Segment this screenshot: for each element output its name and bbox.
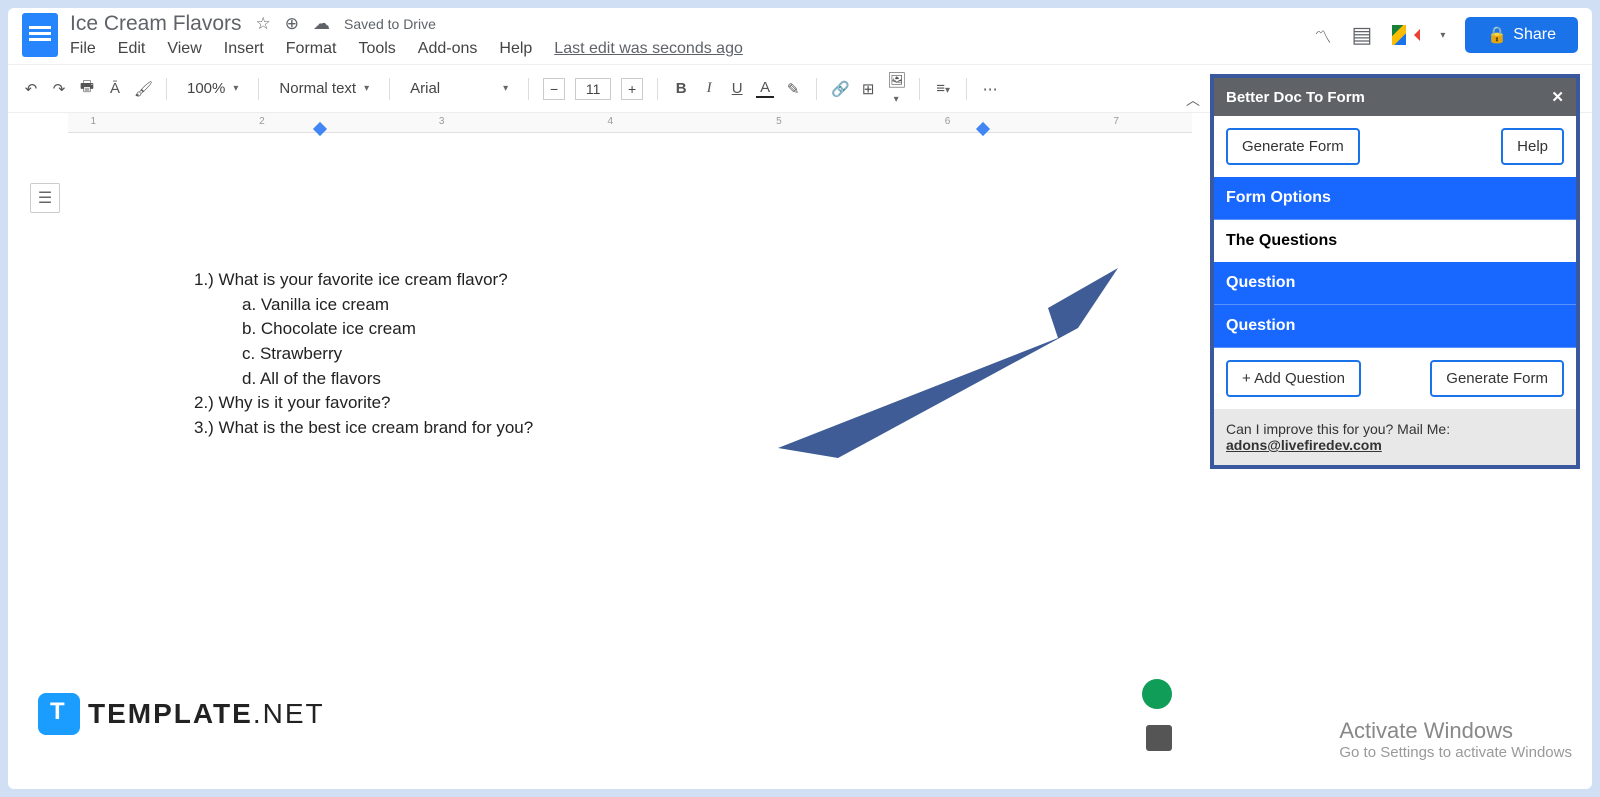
add-question-button[interactable]: + Add Question	[1226, 360, 1361, 397]
bold-icon[interactable]: B	[672, 80, 690, 97]
image-icon[interactable]: 🖼▾	[887, 71, 905, 106]
font-dec-button[interactable]: −	[543, 78, 565, 100]
font-dropdown[interactable]: Arial▾	[404, 78, 514, 99]
generate-form-button-2[interactable]: Generate Form	[1430, 360, 1564, 397]
italic-icon[interactable]: I	[700, 80, 718, 97]
star-icon[interactable]: ☆	[256, 14, 271, 34]
addon-sidepanel: Better Doc To Form ✕ Generate Form Help …	[1210, 74, 1580, 469]
comment-icon[interactable]: ⊞	[859, 80, 877, 98]
document-page[interactable]: 1.) What is your favorite ice cream flav…	[64, 148, 1182, 729]
align-icon[interactable]: ≡▾	[934, 80, 952, 97]
windows-watermark: Activate Windows Go to Settings to activ…	[1339, 718, 1572, 761]
indent-marker-icon[interactable]	[313, 122, 327, 136]
cloud-icon: ☁	[313, 14, 330, 34]
more-icon[interactable]: ⋯	[981, 80, 999, 98]
redo-icon[interactable]: ↷	[50, 80, 68, 98]
underline-icon[interactable]: U	[728, 80, 746, 97]
menu-file[interactable]: File	[70, 40, 96, 58]
generate-form-button[interactable]: Generate Form	[1226, 128, 1360, 165]
last-edit-link[interactable]: Last edit was seconds ago	[554, 40, 743, 58]
feedback-button[interactable]	[1146, 725, 1172, 751]
contact-email[interactable]: adons@livefiredev.com	[1226, 437, 1382, 453]
option-1b: b. Chocolate ice cream	[242, 317, 1052, 342]
sidepanel-footer: Can I improve this for you? Mail Me: ado…	[1214, 409, 1576, 465]
text-color-icon[interactable]: A	[756, 79, 774, 98]
outline-button[interactable]: ☰	[30, 183, 60, 213]
zoom-dropdown[interactable]: 100%▾	[181, 78, 244, 99]
question-section-1[interactable]: Question	[1214, 262, 1576, 305]
collapse-toolbar-icon[interactable]: ︿	[1184, 90, 1202, 110]
form-options-section[interactable]: Form Options	[1214, 177, 1576, 220]
question-section-2[interactable]: Question	[1214, 305, 1576, 348]
meet-caret-icon[interactable]: ▾	[1440, 30, 1445, 41]
option-1a: a. Vanilla ice cream	[242, 293, 1052, 318]
print-icon[interactable]: 🖶	[78, 76, 96, 101]
menu-help[interactable]: Help	[499, 40, 532, 58]
move-icon[interactable]: ⊕	[285, 14, 299, 34]
comments-icon[interactable]: ▤	[1352, 22, 1373, 48]
style-dropdown[interactable]: Normal text▾	[273, 78, 375, 99]
option-1c: c. Strawberry	[242, 342, 1052, 367]
font-size-input[interactable]: 11	[575, 78, 611, 100]
help-button[interactable]: Help	[1501, 128, 1564, 165]
saved-status: Saved to Drive	[344, 16, 436, 32]
template-icon	[38, 693, 80, 735]
menu-format[interactable]: Format	[286, 40, 337, 58]
template-net-logo: TEMPLATE.NET	[38, 693, 325, 735]
menu-edit[interactable]: Edit	[118, 40, 146, 58]
menu-addons[interactable]: Add-ons	[418, 40, 478, 58]
doc-title[interactable]: Ice Cream Flavors	[70, 12, 242, 36]
share-button[interactable]: 🔒Share	[1465, 17, 1578, 53]
docs-logo-icon[interactable]	[22, 13, 58, 57]
highlight-icon[interactable]: ✎	[784, 80, 802, 98]
font-inc-button[interactable]: +	[621, 78, 643, 100]
right-margin-marker-icon[interactable]	[976, 122, 990, 136]
questions-label: The Questions	[1214, 220, 1576, 262]
undo-icon[interactable]: ↶	[22, 80, 40, 98]
meet-icon[interactable]	[1392, 25, 1420, 45]
question-1: 1.) What is your favorite ice cream flav…	[194, 268, 1052, 293]
link-icon[interactable]: 🔗	[831, 80, 849, 98]
close-icon[interactable]: ✕	[1551, 88, 1564, 106]
paint-format-icon[interactable]: 🖌	[134, 80, 152, 98]
menu-tools[interactable]: Tools	[358, 40, 395, 58]
sidepanel-header: Better Doc To Form ✕	[1214, 78, 1576, 116]
activity-icon[interactable]: 〽	[1315, 23, 1332, 48]
option-1d: d. All of the flavors	[242, 367, 1052, 392]
app-frame: Ice Cream Flavors ☆ ⊕ ☁ Saved to Drive F…	[8, 8, 1592, 789]
question-2: 2.) Why is it your favorite?	[194, 391, 1052, 416]
header: Ice Cream Flavors ☆ ⊕ ☁ Saved to Drive F…	[8, 8, 1592, 58]
title-area: Ice Cream Flavors ☆ ⊕ ☁ Saved to Drive F…	[70, 12, 743, 58]
question-3: 3.) What is the best ice cream brand for…	[194, 416, 1052, 441]
menubar: File Edit View Insert Format Tools Add-o…	[70, 40, 743, 58]
explore-button[interactable]	[1142, 679, 1172, 709]
spellcheck-icon[interactable]: Ᾱ	[106, 80, 124, 97]
sidepanel-title: Better Doc To Form	[1226, 89, 1365, 106]
menu-insert[interactable]: Insert	[224, 40, 264, 58]
ruler[interactable]: 1234567	[68, 113, 1192, 133]
lock-icon: 🔒	[1487, 25, 1507, 45]
header-right: 〽 ▤ ▾ 🔒Share	[1315, 17, 1578, 53]
menu-view[interactable]: View	[167, 40, 201, 58]
